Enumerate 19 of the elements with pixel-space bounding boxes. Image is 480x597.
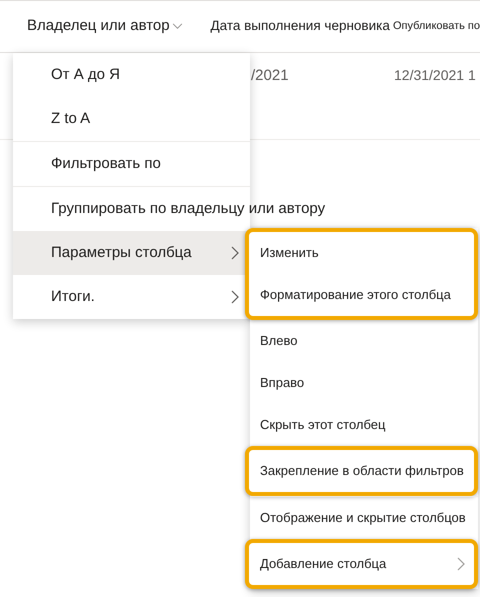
- menu-item[interactable]: Итоги.: [13, 275, 250, 319]
- menu-item[interactable]: Скрыть этот столбец: [250, 404, 478, 446]
- menu-item[interactable]: Добавление столбца: [249, 543, 474, 585]
- menu-item[interactable]: Вправо: [250, 362, 478, 404]
- column-header[interactable]: Владелец или автор: [27, 15, 170, 38]
- menu-item[interactable]: Отображение и скрытие столбцов: [250, 497, 478, 539]
- chevron-down-icon[interactable]: [172, 23, 183, 30]
- table-cell: /2021: [251, 67, 289, 84]
- menu-item[interactable]: Изменить: [249, 232, 474, 274]
- menu-item[interactable]: Влево: [250, 320, 478, 362]
- menu-item[interactable]: Закрепление в области фильтров: [249, 450, 474, 492]
- column-header[interactable]: Опубликовать по: [392, 18, 480, 35]
- table-cell: 12/31/2021 1: [394, 67, 476, 83]
- column-header[interactable]: Дата выполнения черновика: [210, 16, 390, 37]
- menu-item[interactable]: Группировать по владельцу или автору: [13, 187, 336, 231]
- menu-item[interactable]: Форматирование этого столбца: [249, 274, 474, 316]
- menu-item[interactable]: Фильтровать по: [13, 142, 250, 186]
- menu-item[interactable]: От А до Я: [13, 53, 250, 97]
- menu-item[interactable]: Z to A: [13, 97, 250, 141]
